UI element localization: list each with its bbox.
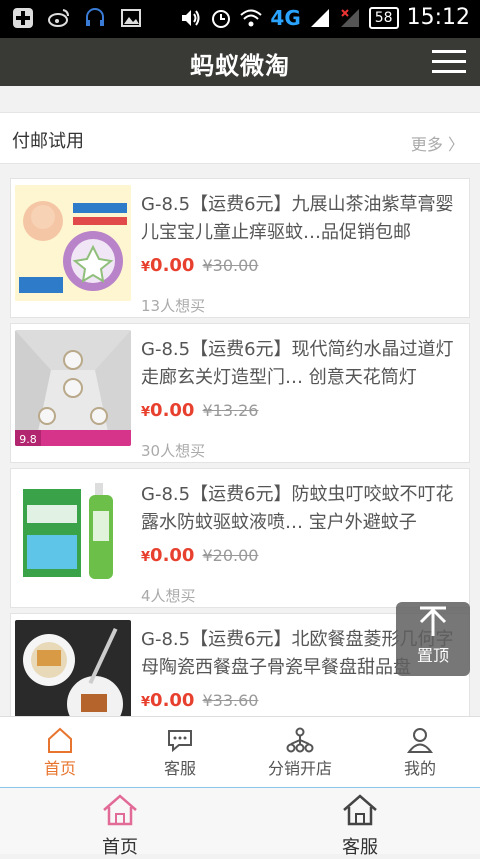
network-type: 4G <box>270 5 301 30</box>
status-bar: 4G 58 15:12 <box>0 0 480 38</box>
bottom-tab-service[interactable]: 客服 <box>240 792 480 859</box>
add-notification-icon <box>13 8 33 28</box>
product-name[interactable]: G-8.5【运费6元】防蚊虫叮咬蚊不叮花露水防蚊驱蚊液喷… 宝户外避蚊子 <box>141 481 461 537</box>
original-price: ¥20.00 <box>202 546 259 565</box>
tab-label: 首页 <box>43 759 76 778</box>
page-title: 蚂蚁微淘 <box>190 52 290 80</box>
bottom-bar: 首页 客服 <box>0 788 480 858</box>
product-name[interactable]: G-8.5【运费6元】现代简约水晶过道灯走廊玄关灯造型门… 创意天花筒灯 <box>141 336 461 392</box>
tab-label: 我的 <box>403 759 436 778</box>
network-icon <box>286 727 314 753</box>
product-price: ¥0.00 <box>141 255 195 276</box>
product-image <box>15 185 131 301</box>
product-card[interactable]: G-8.5【运费6元】九展山茶油紫草膏婴儿宝宝儿童止痒驱蚊…品促销包邮 ¥0.0… <box>10 178 470 318</box>
product-name[interactable]: G-8.5【运费6元】九展山茶油紫草膏婴儿宝宝儿童止痒驱蚊…品促销包邮 <box>141 191 461 247</box>
back-to-top-button[interactable]: 置顶 <box>396 602 470 676</box>
no-signal-icon <box>340 8 359 27</box>
volume-icon <box>182 9 200 26</box>
original-price: ¥13.26 <box>202 401 259 420</box>
more-link[interactable]: 更多 〉 <box>411 131 464 155</box>
product-card[interactable]: 9.8 G-8.5【运费6元】现代简约水晶过道灯走廊玄关灯造型门… 创意天花筒灯… <box>10 323 470 463</box>
tab-service[interactable]: 客服 <box>120 725 240 779</box>
menu-icon <box>432 50 466 53</box>
menu-button[interactable] <box>432 48 466 76</box>
battery-indicator: 58 <box>368 6 399 29</box>
bottom-tab-label: 客服 <box>342 837 378 858</box>
alarm-icon <box>212 9 231 28</box>
product-image: 9.8 <box>15 330 131 446</box>
home-icon <box>343 794 377 826</box>
product-price: ¥0.00 <box>141 400 195 421</box>
home-icon <box>48 727 72 753</box>
home-icon <box>103 794 137 826</box>
original-price: ¥30.00 <box>202 256 259 275</box>
section-title: 付邮试用 <box>12 131 84 152</box>
product-price: ¥0.00 <box>141 690 195 711</box>
original-price: ¥33.60 <box>202 691 259 710</box>
image-icon <box>121 9 141 27</box>
tab-label: 客服 <box>163 759 196 778</box>
wifi-icon <box>240 9 263 26</box>
tab-home[interactable]: 首页 <box>0 725 120 779</box>
clock: 15:12 <box>406 5 470 30</box>
user-icon <box>407 728 433 753</box>
bottom-tab-home[interactable]: 首页 <box>0 792 240 859</box>
back-to-top-label: 置顶 <box>416 646 449 665</box>
section-header: 付邮试用 更多 〉 <box>0 112 480 164</box>
want-count: 4人想买 <box>141 587 196 605</box>
tab-label: 分销开店 <box>267 759 332 778</box>
app-header: 蚂蚁微淘 <box>0 38 480 86</box>
weibo-icon <box>48 9 69 27</box>
product-price: ¥0.00 <box>141 545 195 566</box>
want-count: 13人想买 <box>141 297 206 315</box>
chat-icon <box>168 730 192 753</box>
tab-bar: 首页 客服 分销开店 我的 <box>0 716 480 789</box>
product-image <box>15 475 131 591</box>
signal-icon <box>310 8 329 27</box>
tab-distribution[interactable]: 分销开店 <box>240 725 360 779</box>
bottom-tab-label: 首页 <box>102 837 138 858</box>
headset-icon <box>86 8 104 26</box>
want-count: 30人想买 <box>141 442 206 460</box>
promo-tag: 9.8 <box>19 433 37 446</box>
tab-mine[interactable]: 我的 <box>360 725 480 779</box>
product-card[interactable]: G-8.5【运费6元】防蚊虫叮咬蚊不叮花露水防蚊驱蚊液喷… 宝户外避蚊子 ¥0.… <box>10 468 470 608</box>
arrow-up-icon <box>419 606 447 636</box>
